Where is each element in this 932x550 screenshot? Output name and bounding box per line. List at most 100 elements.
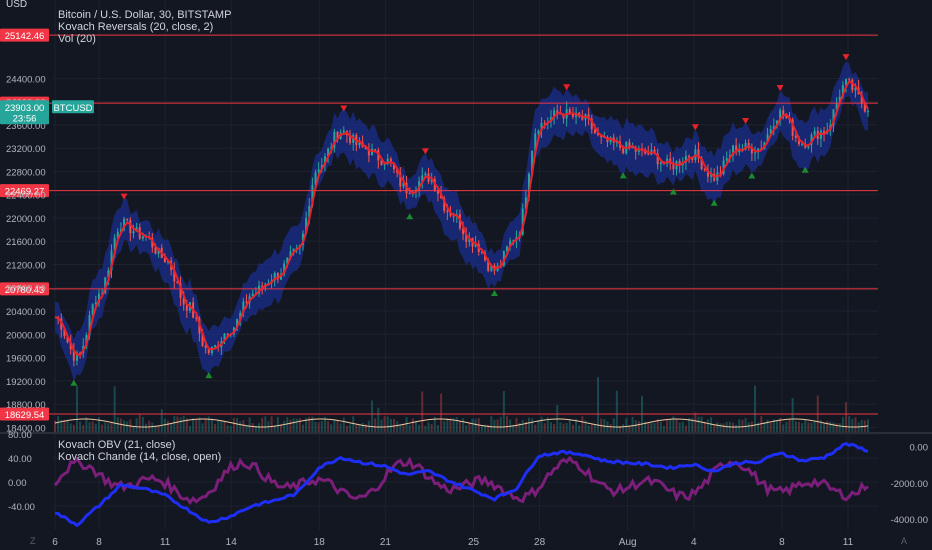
timezone-icon[interactable]: Z bbox=[30, 536, 36, 546]
volume-bar bbox=[791, 398, 794, 432]
volume-bar bbox=[565, 423, 568, 432]
volume-bar bbox=[531, 418, 534, 432]
volume-bar bbox=[735, 424, 738, 432]
volume-bar bbox=[163, 418, 166, 432]
candle-body bbox=[383, 164, 386, 166]
volume-bar bbox=[722, 423, 725, 432]
candle-body bbox=[659, 162, 662, 165]
volume-bar bbox=[248, 417, 251, 432]
volume-bar bbox=[258, 423, 261, 432]
volume-bar bbox=[766, 419, 769, 432]
volume-bar bbox=[436, 424, 439, 432]
volume-bar bbox=[848, 416, 851, 432]
volume-bar bbox=[666, 419, 669, 432]
volume-bar bbox=[88, 422, 91, 432]
volume-bar bbox=[411, 418, 414, 432]
candle-body bbox=[126, 218, 129, 221]
candle-body bbox=[753, 152, 756, 154]
volume-bar bbox=[424, 425, 427, 432]
volume-bar bbox=[499, 416, 502, 432]
volume-bar bbox=[838, 423, 841, 432]
volume-bar bbox=[355, 424, 358, 432]
volume-bar bbox=[706, 419, 709, 432]
candle-body bbox=[141, 236, 144, 239]
volume-bar bbox=[597, 377, 600, 432]
volume-bar bbox=[593, 424, 596, 432]
time-tick-label: 8 bbox=[96, 537, 102, 548]
bar-countdown: 23:56 bbox=[13, 113, 37, 124]
chart-title[interactable]: Bitcoin / U.S. Dollar, 30, BITSTAMP bbox=[58, 9, 231, 21]
chart-background bbox=[0, 0, 932, 550]
volume-bar bbox=[308, 416, 311, 432]
volume-bar bbox=[590, 424, 593, 432]
symbol-tag: BTCUSD bbox=[53, 103, 92, 114]
time-tick-label: 11 bbox=[843, 537, 854, 548]
indicator-reversals-label[interactable]: Kovach Reversals (20, close, 2) bbox=[58, 21, 213, 33]
indicator-obv-label[interactable]: Kovach OBV (21, close) bbox=[58, 439, 175, 451]
volume-bar bbox=[449, 418, 452, 432]
candle-body bbox=[163, 258, 166, 263]
volume-bar bbox=[226, 425, 229, 432]
volume-bar bbox=[63, 419, 66, 432]
volume-bar bbox=[69, 423, 72, 432]
volume-bar bbox=[82, 424, 85, 432]
volume-bar bbox=[66, 419, 69, 432]
volume-bar bbox=[220, 420, 223, 432]
volume-bar bbox=[841, 417, 844, 432]
volume-bar bbox=[273, 425, 276, 432]
volume-bar bbox=[104, 422, 107, 432]
time-tick-label: 25 bbox=[468, 537, 480, 548]
volume-bar bbox=[659, 421, 662, 432]
volume-bar bbox=[845, 402, 848, 432]
volume-bar bbox=[339, 423, 342, 432]
volume-bar bbox=[747, 422, 750, 432]
volume-bar bbox=[480, 425, 483, 432]
time-tick-label: 4 bbox=[691, 537, 697, 548]
volume-bar bbox=[559, 422, 562, 432]
volume-bar bbox=[662, 425, 665, 432]
volume-bar bbox=[697, 416, 700, 432]
volume-bar bbox=[377, 407, 380, 432]
volume-bar bbox=[465, 425, 468, 432]
volume-bar bbox=[176, 416, 179, 432]
price-tick-label: 22400.00 bbox=[6, 191, 46, 202]
price-tick-label: 20400.00 bbox=[6, 307, 46, 318]
volume-bar bbox=[427, 422, 430, 432]
price-tick-label: 18800.00 bbox=[6, 400, 46, 411]
volume-bar bbox=[345, 425, 348, 432]
volume-bar bbox=[835, 423, 838, 432]
volume-bar bbox=[826, 421, 829, 432]
volume-bar bbox=[681, 421, 684, 432]
volume-bar bbox=[123, 420, 126, 432]
volume-bar bbox=[537, 420, 540, 432]
indicator-chande-label[interactable]: Kovach Chande (14, close, open) bbox=[58, 451, 221, 463]
volume-bar bbox=[650, 422, 653, 432]
volume-bar bbox=[138, 414, 141, 432]
volume-bar bbox=[823, 422, 826, 432]
volume-bar bbox=[342, 417, 345, 432]
volume-bar bbox=[414, 421, 417, 432]
volume-bar bbox=[204, 418, 207, 432]
auto-scale-icon[interactable]: A bbox=[901, 536, 907, 546]
volume-bar bbox=[653, 423, 656, 432]
volume-bar bbox=[418, 424, 421, 432]
level-label: 18629.54 bbox=[5, 410, 45, 421]
chart-canvas[interactable]: 25142.4623974.9622469.2720780.4318629.54… bbox=[0, 0, 932, 550]
price-tick-label: 21600.00 bbox=[6, 237, 46, 248]
candle-body bbox=[794, 135, 797, 138]
volume-bar bbox=[408, 424, 411, 432]
volume-bar bbox=[214, 423, 217, 432]
indicator-volume-label[interactable]: Vol (20) bbox=[58, 33, 96, 45]
volume-bar bbox=[116, 417, 119, 432]
volume-bar bbox=[474, 418, 477, 432]
volume-bar bbox=[170, 423, 173, 432]
volume-bar bbox=[201, 423, 204, 432]
volume-bar bbox=[386, 416, 389, 432]
volume-bar bbox=[744, 417, 747, 432]
candle-body bbox=[374, 148, 377, 151]
volume-bar bbox=[145, 423, 148, 432]
obv-tick-label: -2000.00 bbox=[890, 479, 928, 490]
candle-body bbox=[647, 153, 650, 155]
volume-bar bbox=[236, 417, 239, 432]
time-tick-label: 21 bbox=[380, 537, 392, 548]
